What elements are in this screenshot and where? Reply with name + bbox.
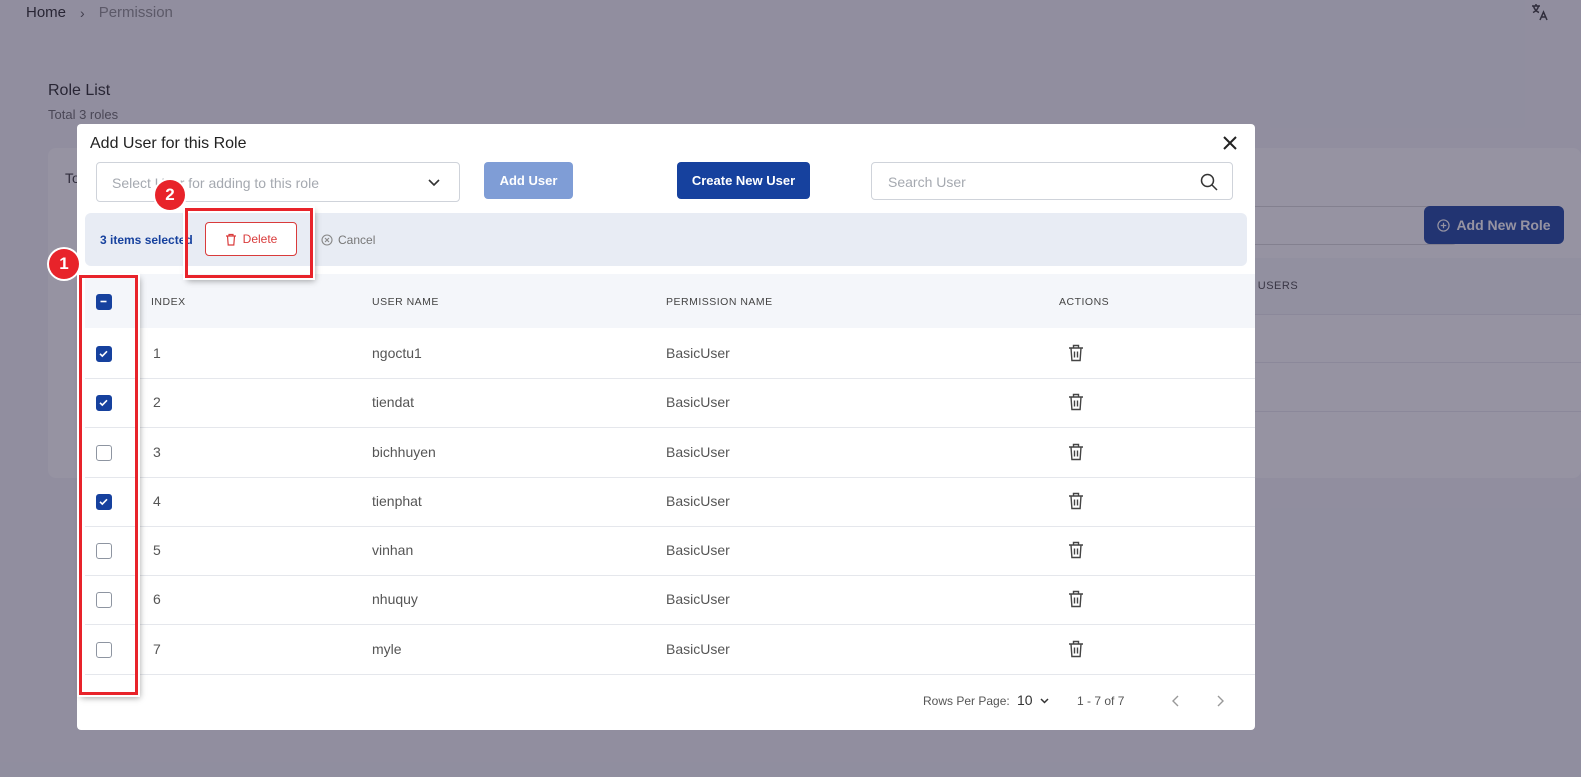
row-user-name: tienphat xyxy=(372,493,422,509)
column-index: INDEX xyxy=(151,296,186,308)
table-row: 3 bichhuyen BasicUser xyxy=(85,428,1255,478)
trash-icon[interactable] xyxy=(1068,344,1084,362)
row-user-name: tiendat xyxy=(372,394,415,410)
cancel-label: Cancel xyxy=(338,233,376,247)
row-permission: BasicUser xyxy=(666,394,730,410)
trash-icon[interactable] xyxy=(1068,443,1084,461)
table-row: 4 tienphat BasicUser xyxy=(85,477,1255,527)
trash-icon[interactable] xyxy=(1068,541,1084,559)
row-user-name: myle xyxy=(372,641,402,657)
table-row: 7 myle BasicUser xyxy=(85,625,1255,675)
trash-icon[interactable] xyxy=(1068,590,1084,608)
row-permission: BasicUser xyxy=(666,444,730,460)
rows-per-page-select[interactable]: 10 xyxy=(1017,692,1050,708)
column-permission-name: PERMISSION NAME xyxy=(666,296,773,308)
select-user-dropdown[interactable]: Select User for adding to this role xyxy=(96,162,460,202)
row-user-name: ngoctu1 xyxy=(372,345,422,361)
create-new-user-button[interactable]: Create New User xyxy=(677,162,810,199)
row-permission: BasicUser xyxy=(666,641,730,657)
rows-per-page-value: 10 xyxy=(1017,692,1033,708)
cancel-selection-button[interactable]: Cancel xyxy=(321,233,375,247)
table-row: 2 tiendat BasicUser xyxy=(85,378,1255,428)
row-index: 5 xyxy=(153,542,161,558)
row-index: 1 xyxy=(153,345,161,361)
chevron-right-icon[interactable] xyxy=(1214,694,1226,708)
row-permission: BasicUser xyxy=(666,345,730,361)
chevron-down-icon xyxy=(428,179,440,187)
search-icon[interactable] xyxy=(1200,173,1218,191)
column-user-name: USER NAME xyxy=(372,296,439,308)
row-index: 7 xyxy=(153,641,161,657)
annotation-badge-2: 2 xyxy=(155,180,185,210)
row-user-name: nhuquy xyxy=(372,591,418,607)
trash-icon[interactable] xyxy=(1068,393,1084,411)
annotation-badge-1: 1 xyxy=(49,249,79,279)
annotation-box-delete xyxy=(185,208,313,278)
row-permission: BasicUser xyxy=(666,493,730,509)
table-row: 1 ngoctu1 BasicUser xyxy=(85,329,1255,379)
row-permission: BasicUser xyxy=(666,542,730,558)
close-icon[interactable] xyxy=(1221,134,1239,152)
users-table-header: INDEX USER NAME PERMISSION NAME ACTIONS xyxy=(85,274,1255,328)
row-permission: BasicUser xyxy=(666,591,730,607)
modal-title: Add User for this Role xyxy=(90,135,247,152)
row-index: 2 xyxy=(153,394,161,410)
selected-count: 3 items selected xyxy=(100,233,193,247)
row-index: 3 xyxy=(153,444,161,460)
trash-icon[interactable] xyxy=(1068,492,1084,510)
row-index: 4 xyxy=(153,493,161,509)
row-user-name: vinhan xyxy=(372,542,414,558)
row-user-name: bichhuyen xyxy=(372,444,436,460)
annotation-box-checkboxes xyxy=(79,275,138,695)
cancel-circle-icon xyxy=(321,234,333,246)
search-user-input[interactable] xyxy=(886,173,1190,191)
table-row: 6 nhuquy BasicUser xyxy=(85,575,1255,625)
column-actions: ACTIONS xyxy=(1059,296,1110,308)
chevron-left-icon[interactable] xyxy=(1170,694,1182,708)
trash-icon[interactable] xyxy=(1068,640,1084,658)
select-user-placeholder: Select User for adding to this role xyxy=(112,175,319,191)
chevron-down-icon xyxy=(1040,697,1049,704)
rows-per-page-label: Rows Per Page: xyxy=(923,694,1010,708)
add-user-button[interactable]: Add User xyxy=(484,162,573,199)
table-row: 5 vinhan BasicUser xyxy=(85,526,1255,576)
row-index: 6 xyxy=(153,591,161,607)
search-user-field xyxy=(871,162,1233,200)
pagination-range: 1 - 7 of 7 xyxy=(1077,694,1125,708)
